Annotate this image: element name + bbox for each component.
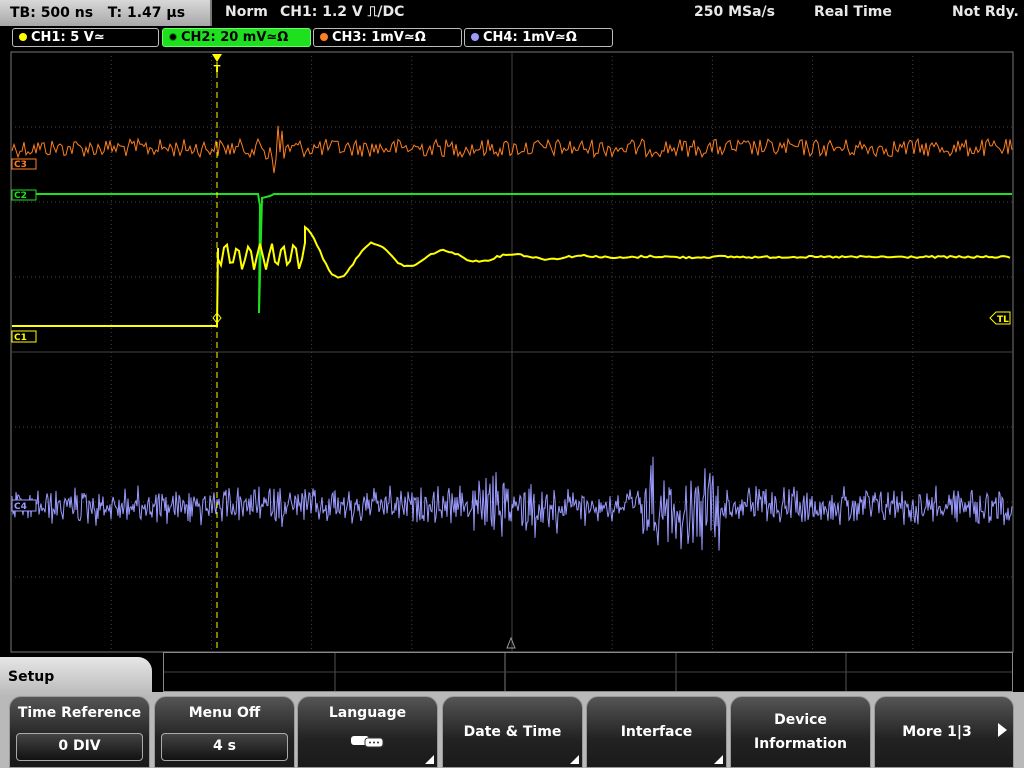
ch2-marker-label: C2: [14, 191, 27, 201]
ch3-marker-label: C3: [14, 160, 27, 170]
acquisition-state: Not Rdy.: [952, 4, 1019, 20]
ch4-marker-label: C4: [14, 502, 27, 512]
time-reference-label: Time Reference: [17, 705, 142, 721]
timebase-readout[interactable]: TB: 500 ns T: 1.47 µs: [0, 0, 212, 26]
ch1-marker[interactable]: C1: [11, 330, 37, 343]
channel-tab-ch1[interactable]: CH1: 5 V≃: [12, 28, 159, 47]
status-bar: TB: 500 ns T: 1.47 µs Norm CH1: 1.2 V ⎍/…: [0, 0, 1024, 26]
overview-strip: [163, 652, 1013, 692]
ch2-marker[interactable]: C2: [11, 189, 37, 201]
next-page-arrow-icon: [998, 723, 1007, 737]
ch4-dot-icon: [471, 33, 479, 41]
submenu-indicator-icon: [714, 755, 723, 764]
menu-off-softkey[interactable]: Menu Off 4 s: [154, 696, 295, 768]
channel-tab-ch3[interactable]: CH3: 1mV≃Ω: [313, 28, 462, 47]
trigger-mode[interactable]: Norm: [225, 0, 268, 26]
speech-bubble-icon: [350, 736, 383, 748]
interface-softkey[interactable]: Interface: [586, 696, 727, 768]
language-label: Language: [328, 705, 407, 721]
overview-grid: [164, 653, 1012, 691]
interface-label: Interface: [620, 724, 693, 740]
device-information-softkey[interactable]: Device Information: [730, 696, 871, 768]
menu-off-label: Menu Off: [188, 705, 261, 721]
ch3-marker[interactable]: C3: [11, 158, 37, 170]
more-softkey[interactable]: More 1|3: [874, 696, 1014, 768]
submenu-indicator-icon: [570, 755, 579, 764]
ch4-label: CH4: 1mV≃Ω: [483, 30, 577, 45]
acquisition-mode: Real Time: [814, 4, 892, 20]
ch1-label: CH1: 5 V≃: [31, 30, 105, 45]
device-info-label-line2: Information: [754, 736, 847, 752]
ch2-dot-icon: [169, 33, 177, 41]
time-reference-value: 0 DIV: [16, 733, 143, 761]
trigger-pos-label: T: [214, 64, 221, 75]
date-time-label: Date & Time: [463, 724, 562, 740]
ch3-dot-icon: [320, 33, 328, 41]
ch1-dot-icon: [19, 33, 27, 41]
date-time-softkey[interactable]: Date & Time: [442, 696, 583, 768]
trigger-source[interactable]: CH1: 1.2 V ⎍/DC: [280, 0, 404, 26]
channel-tab-ch2[interactable]: CH2: 20 mV≃Ω: [162, 28, 311, 47]
more-label: More 1|3: [902, 724, 972, 740]
language-softkey[interactable]: Language: [297, 696, 438, 768]
menu-title: Setup: [0, 657, 152, 697]
sample-rate: 250 MSa/s: [694, 4, 776, 20]
timebase-value: TB: 500 ns: [10, 5, 94, 21]
ch1-marker-label: C1: [14, 333, 27, 343]
device-info-label-line1: Device: [774, 712, 827, 728]
trigger-time-value: T: 1.47 µs: [107, 5, 186, 21]
waveform-display[interactable]: T C3 C2 C1 C4 TL: [0, 48, 1024, 656]
submenu-indicator-icon: [425, 755, 434, 764]
trigger-level-label: TL: [997, 315, 1009, 325]
menu-off-value: 4 s: [161, 733, 288, 761]
ch4-marker[interactable]: C4: [11, 499, 37, 512]
time-reference-softkey[interactable]: Time Reference 0 DIV: [9, 696, 150, 768]
channel-tab-ch4[interactable]: CH4: 1mV≃Ω: [464, 28, 613, 47]
ch3-label: CH3: 1mV≃Ω: [332, 30, 426, 45]
ch2-label: CH2: 20 mV≃Ω: [181, 30, 289, 45]
